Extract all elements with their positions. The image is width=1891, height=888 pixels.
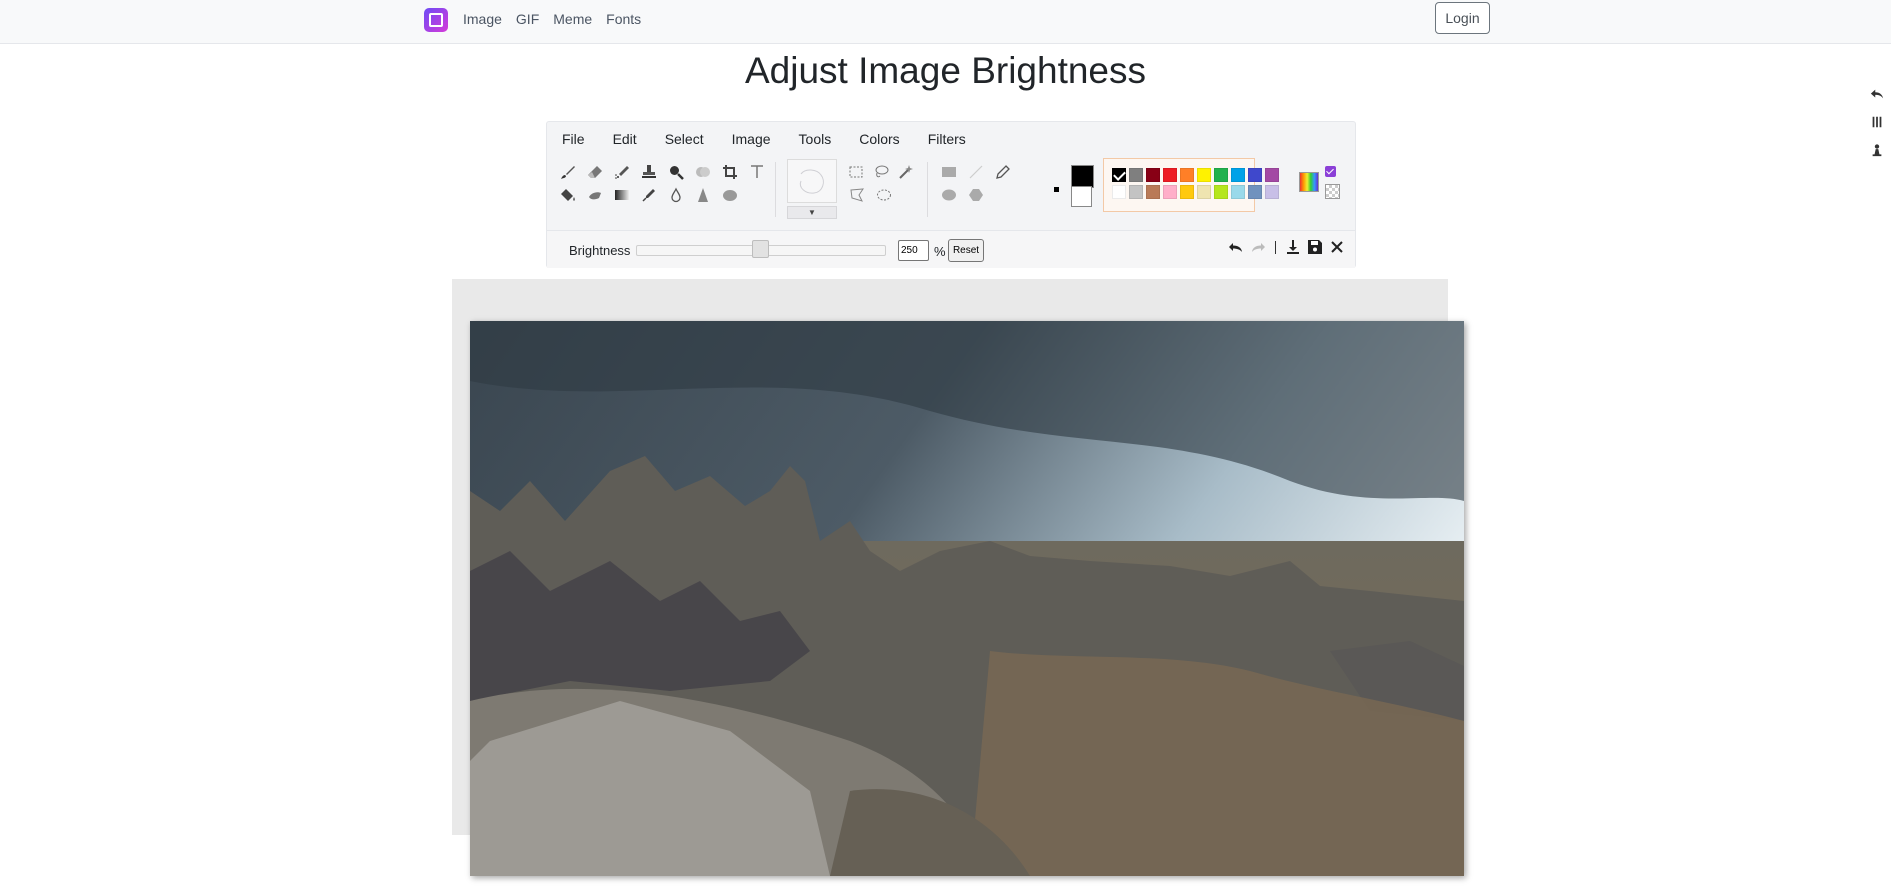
save-icon[interactable] [1307, 239, 1323, 255]
palette-swatch[interactable] [1146, 185, 1160, 199]
zoom-icon[interactable] [664, 162, 688, 182]
palette-swatch[interactable] [1197, 185, 1211, 199]
divider [1275, 240, 1276, 254]
brush-icon[interactable] [556, 162, 580, 182]
color-palette [1103, 158, 1279, 212]
editor-menubar: File Edit Select Image Tools Colors Filt… [562, 131, 994, 147]
shape-tools [937, 162, 1017, 208]
action-icons [1228, 239, 1345, 255]
redo-icon[interactable] [1250, 239, 1266, 255]
nav-links: Image GIF Meme Fonts [463, 11, 641, 27]
brightness-label: Brightness [569, 243, 631, 258]
nav-link-meme[interactable]: Meme [553, 11, 592, 27]
close-icon[interactable] [1329, 239, 1345, 255]
brush-preview-dropdown[interactable]: ▼ [787, 206, 837, 219]
smudge-icon[interactable] [583, 185, 607, 205]
gradient-icon[interactable] [610, 185, 634, 205]
sharpen-icon[interactable] [691, 185, 715, 205]
menu-filters[interactable]: Filters [928, 131, 966, 147]
page-title: Adjust Image Brightness [744, 50, 1147, 91]
palette-swatch[interactable] [1180, 168, 1194, 182]
login-button[interactable]: Login [1435, 2, 1490, 34]
app-logo[interactable] [424, 8, 448, 32]
nav-link-fonts[interactable]: Fonts [606, 11, 641, 27]
reset-colors-icon[interactable] [1054, 187, 1059, 192]
image-editor-toolbar: File Edit Select Image Tools Colors Filt… [546, 121, 1356, 268]
custom-color-icon[interactable] [1299, 172, 1319, 192]
color-picker-icon[interactable] [637, 185, 661, 205]
palette-swatch[interactable] [1197, 168, 1211, 182]
undo-icon[interactable] [1228, 239, 1244, 255]
palette-swatch[interactable] [1265, 185, 1279, 199]
menu-file[interactable]: File [562, 131, 585, 147]
line-icon[interactable] [964, 162, 988, 182]
columns-icon[interactable] [1870, 114, 1884, 130]
palette-swatch[interactable] [1146, 168, 1160, 182]
paint-tools [556, 162, 771, 208]
fill-bucket-icon[interactable] [556, 185, 580, 205]
transparent-color-icon[interactable] [1325, 184, 1340, 199]
reset-button[interactable]: Reset [948, 239, 984, 262]
reply-icon[interactable] [1870, 86, 1884, 102]
palette-swatch[interactable] [1248, 168, 1262, 182]
brightness-input[interactable] [898, 240, 929, 261]
text-icon[interactable] [745, 162, 769, 182]
eraser-icon[interactable] [583, 162, 607, 182]
rectangle-icon[interactable] [937, 162, 961, 182]
toolbar-separator [775, 162, 776, 217]
polygon-icon[interactable] [964, 185, 988, 205]
download-icon[interactable] [1285, 239, 1301, 255]
palette-swatch[interactable] [1231, 168, 1245, 182]
toolbar-separator [927, 162, 928, 217]
palette-swatch[interactable] [1248, 185, 1262, 199]
stamp-icon[interactable] [637, 162, 661, 182]
palette-swatch[interactable] [1112, 185, 1126, 199]
clone-icon[interactable] [691, 162, 715, 182]
palette-swatch[interactable] [1163, 168, 1177, 182]
blur-icon[interactable] [664, 185, 688, 205]
ellipse-icon[interactable] [937, 185, 961, 205]
palette-swatch[interactable] [1163, 185, 1177, 199]
top-navbar: Image GIF Meme Fonts Login [0, 0, 1891, 44]
menu-colors[interactable]: Colors [859, 131, 899, 147]
menu-select[interactable]: Select [665, 131, 704, 147]
rect-select-icon[interactable] [845, 162, 867, 182]
nav-link-gif[interactable]: GIF [516, 11, 539, 27]
brightness-options-bar: Brightness % Reset [547, 230, 1355, 268]
menu-image[interactable]: Image [732, 131, 771, 147]
palette-swatch[interactable] [1214, 185, 1228, 199]
palette-checkbox[interactable] [1325, 166, 1336, 177]
palette-swatch[interactable] [1265, 168, 1279, 182]
palette-swatch[interactable] [1129, 185, 1143, 199]
color-selector [1054, 162, 1094, 207]
menu-edit[interactable]: Edit [613, 131, 637, 147]
ellipse-select-icon[interactable] [872, 185, 896, 205]
palette-swatch[interactable] [1214, 168, 1228, 182]
brightness-slider-thumb[interactable] [751, 240, 769, 258]
magic-wand-icon[interactable] [895, 162, 917, 182]
background-color[interactable] [1071, 186, 1092, 207]
lasso-icon[interactable] [870, 162, 892, 182]
palette-swatch[interactable] [1129, 168, 1143, 182]
percent-unit: % [934, 244, 946, 259]
foreground-color[interactable] [1071, 165, 1094, 188]
pencil-icon[interactable] [991, 162, 1015, 182]
palette-swatch[interactable] [1180, 185, 1194, 199]
menu-tools[interactable]: Tools [799, 131, 832, 147]
canvas-image[interactable] [470, 321, 1464, 876]
polygon-lasso-icon[interactable] [845, 185, 869, 205]
palette-swatch[interactable] [1231, 185, 1245, 199]
brush-preview[interactable] [787, 159, 837, 203]
chess-pawn-icon[interactable] [1870, 142, 1884, 158]
palette-swatch-selected[interactable] [1112, 168, 1126, 182]
selection-tools [845, 162, 917, 208]
blob-icon[interactable] [718, 185, 742, 205]
side-toolbar [1870, 86, 1884, 158]
crop-icon[interactable] [718, 162, 742, 182]
nav-link-image[interactable]: Image [463, 11, 502, 27]
airbrush-icon[interactable] [610, 162, 634, 182]
